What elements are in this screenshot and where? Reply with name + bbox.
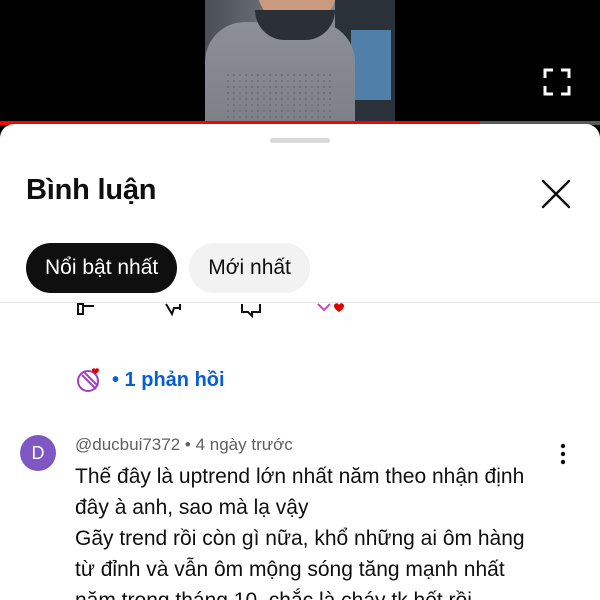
creator-heart-icon xyxy=(317,303,344,312)
thumbs-down-icon xyxy=(165,303,181,317)
close-button[interactable] xyxy=(538,176,574,212)
drag-handle[interactable] xyxy=(270,138,330,143)
comment-line: đây à anh, sao mà lạ vậy xyxy=(75,496,309,519)
sort-chips: Nổi bật nhất Mới nhất xyxy=(26,243,310,293)
comment-time: • 4 ngày trước xyxy=(184,435,293,454)
comment-actions xyxy=(0,294,600,324)
comment-line: Gãy trend rồi còn gì nữa, khổ những ai ô… xyxy=(75,527,525,550)
chip-top[interactable]: Nổi bật nhất xyxy=(26,243,178,293)
thumbs-up-icon xyxy=(77,303,94,315)
reply-icon xyxy=(241,304,261,319)
comment-line: Thế đây là uptrend lớn nhất năm theo nhậ… xyxy=(75,465,525,488)
video-player[interactable] xyxy=(0,0,600,124)
chip-newest[interactable]: Mới nhất xyxy=(189,243,310,293)
comments-sheet: Bình luận Nổi bật nhất Mới nhất • 1 phản… xyxy=(0,124,600,600)
avatar[interactable]: D xyxy=(20,435,56,471)
comment-author[interactable]: @ducbui7372 xyxy=(75,435,180,454)
video-frame xyxy=(205,0,395,124)
view-replies-button[interactable]: • 1 phản hồi xyxy=(76,360,225,400)
creator-heart-badge xyxy=(315,294,344,320)
comment-line: từ đỉnh và vẫn ôm mộng sóng tăng mạnh nh… xyxy=(75,558,505,581)
close-icon xyxy=(541,179,571,209)
comment-item: D @ducbui7372 • 4 ngày trước Thế đây là … xyxy=(0,429,600,600)
fullscreen-icon[interactable] xyxy=(542,67,572,97)
comment-line: năm trong tháng 10, chắc là cháy tk hết … xyxy=(75,585,575,600)
comment-text: Thế đây là uptrend lớn nhất năm theo nhậ… xyxy=(75,461,575,600)
comment-meta: @ducbui7372 • 4 ngày trước xyxy=(75,435,293,455)
creator-avatar-icon xyxy=(77,368,99,392)
reply-button[interactable] xyxy=(238,294,266,320)
like-button[interactable] xyxy=(74,294,102,320)
sheet-title: Bình luận xyxy=(26,174,157,206)
dislike-button[interactable] xyxy=(160,294,188,320)
replies-label: • 1 phản hồi xyxy=(112,368,225,391)
